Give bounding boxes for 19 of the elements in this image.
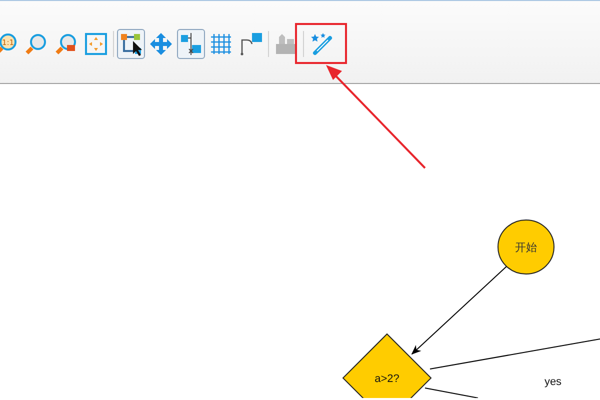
grid-icon: [210, 33, 232, 55]
boxes-icon: [274, 32, 298, 56]
edge-label: yes: [544, 376, 562, 388]
start-node[interactable]: [498, 220, 554, 274]
node-label: 开始: [515, 241, 537, 254]
connector-line[interactable]: [430, 338, 600, 370]
node-label: a>2?: [374, 373, 400, 385]
align-icon: [179, 32, 203, 56]
toolbar-button[interactable]: [177, 29, 205, 59]
zoom-in-icon: [25, 33, 47, 55]
fit-page-icon: [84, 32, 108, 56]
four-way-arrow-icon: [149, 32, 173, 56]
zoom-out-icon: [55, 33, 77, 55]
connector-icon: [239, 32, 263, 56]
toolbar-button[interactable]: [117, 29, 145, 59]
magic-wand-icon: [309, 32, 333, 56]
connector-line[interactable]: [424, 388, 478, 398]
select-pointer-icon: [119, 32, 143, 56]
decision-node[interactable]: [342, 333, 432, 398]
